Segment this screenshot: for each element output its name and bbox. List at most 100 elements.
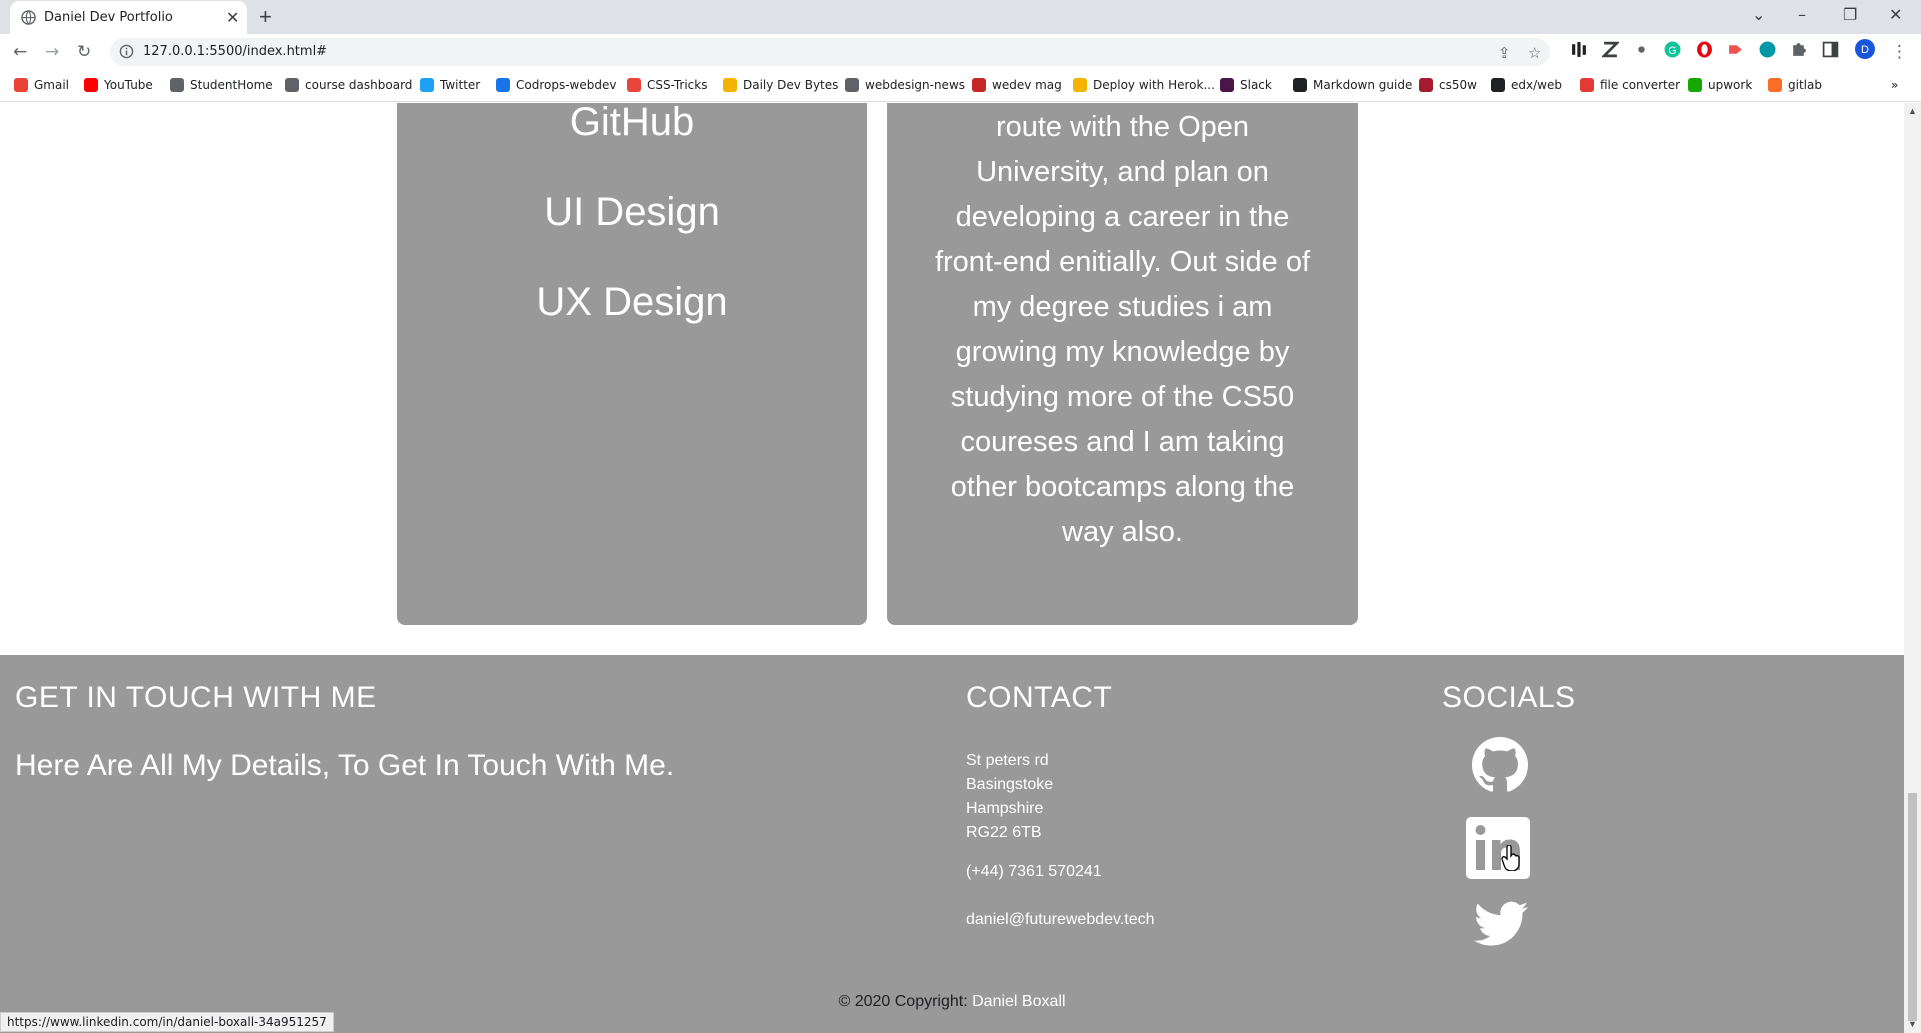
- bookmark-item[interactable]: YouTube: [84, 78, 153, 92]
- back-icon[interactable]: ←: [13, 42, 27, 62]
- bookmark-label: Daily Dev Bytes: [743, 78, 839, 92]
- bookmark-label: file converter: [1600, 78, 1681, 92]
- bookmark-item[interactable]: Daily Dev Bytes: [723, 78, 838, 92]
- grammarly-icon[interactable]: G: [1664, 41, 1681, 58]
- about-line: way also.: [1062, 516, 1183, 548]
- puzzle-icon[interactable]: [1790, 41, 1807, 58]
- bookmark-item[interactable]: Slack: [1220, 78, 1272, 92]
- status-bar-url: https://www.linkedin.com/in/daniel-boxal…: [0, 1012, 334, 1032]
- bookmark-label: YouTube: [104, 78, 153, 92]
- window-close-icon[interactable]: ✕: [1889, 5, 1902, 24]
- bookmark-item[interactable]: gitlab: [1768, 78, 1822, 92]
- bookmark-favicon-icon: [1580, 78, 1594, 92]
- about-line: front-end enitially. Out side of: [934, 246, 1311, 278]
- scroll-up-icon[interactable]: ▲: [1908, 106, 1917, 116]
- bookmark-item[interactable]: CSS-Tricks: [627, 78, 707, 92]
- bookmark-item[interactable]: wedev mag: [972, 78, 1062, 92]
- bookmark-item[interactable]: Codrops-webdev: [496, 78, 616, 92]
- bookmark-label: Deploy with Herok...: [1093, 78, 1215, 92]
- address-line: Basingstoke: [966, 776, 1054, 793]
- forward-icon[interactable]: →: [45, 42, 59, 62]
- about-card: route with the Open University, and plan…: [887, 103, 1358, 625]
- bookmark-label: edx/web: [1511, 78, 1562, 92]
- bookmark-item[interactable]: course dashboard: [285, 78, 412, 92]
- bookmark-label: Gmail: [34, 78, 70, 92]
- about-line: University, and plan on: [976, 156, 1269, 188]
- copyright: © 2020 Copyright: Daniel Boxall: [0, 993, 1904, 1011]
- bookmark-item[interactable]: StudentHome: [170, 78, 273, 92]
- restore-icon[interactable]: ❐: [1843, 5, 1857, 24]
- twitter-icon[interactable]: [1474, 900, 1528, 948]
- bookmark-favicon-icon: [1419, 78, 1433, 92]
- new-tab-icon[interactable]: +: [259, 4, 272, 30]
- extension-light-icon[interactable]: [1633, 41, 1650, 58]
- bookmark-favicon-icon: [285, 78, 299, 92]
- scrollbar-thumb[interactable]: [1908, 793, 1917, 1021]
- menu-icon[interactable]: ⋮: [1891, 42, 1908, 62]
- bookmark-favicon-icon: [1491, 78, 1505, 92]
- hand-cursor-icon: [1501, 845, 1520, 871]
- tab-active[interactable]: Daniel Dev Portfolio ✕: [10, 1, 247, 34]
- github-icon[interactable]: [1472, 737, 1528, 793]
- extension-blue-icon[interactable]: [1759, 41, 1776, 58]
- bookmark-favicon-icon: [845, 78, 859, 92]
- copyright-name-link[interactable]: Daniel Boxall: [972, 993, 1065, 1010]
- opera-icon[interactable]: [1696, 41, 1713, 58]
- extension-icon[interactable]: [1571, 41, 1588, 58]
- email-link[interactable]: daniel@futurewebdev.tech: [966, 908, 1155, 932]
- address-block: St peters rd Basingstoke Hampshire RG22 …: [966, 749, 1053, 845]
- tab-search-icon[interactable]: ⌄: [1752, 5, 1765, 24]
- about-line: route with the Open: [995, 111, 1250, 143]
- share-icon[interactable]: ⇪: [1498, 44, 1511, 62]
- vertical-scrollbar[interactable]: ▲ ▼: [1904, 103, 1921, 1033]
- bookmark-favicon-icon: [1688, 78, 1702, 92]
- bookmark-star-icon[interactable]: ☆: [1528, 44, 1541, 62]
- bookmark-favicon-icon: [723, 78, 737, 92]
- bookmark-label: Markdown guide: [1313, 78, 1413, 92]
- extension-arrow-icon[interactable]: [1727, 41, 1744, 58]
- about-text: route with the Open University, and plan…: [917, 105, 1328, 555]
- bookmark-item[interactable]: webdesign-news: [845, 78, 965, 92]
- bookmark-favicon-icon: [627, 78, 641, 92]
- bookmarks-overflow-icon[interactable]: »: [1891, 78, 1898, 92]
- bookmark-item[interactable]: Gmail: [14, 78, 69, 92]
- bookmark-label: upwork: [1708, 78, 1753, 92]
- bookmark-favicon-icon: [1293, 78, 1307, 92]
- globe-icon: [21, 10, 36, 25]
- bookmark-item[interactable]: file converter: [1580, 78, 1680, 92]
- bookmark-label: Twitter: [440, 78, 481, 92]
- bookmark-favicon-icon: [1073, 78, 1087, 92]
- skill-item: UX Design: [536, 280, 728, 324]
- bookmark-item[interactable]: cs50w: [1419, 78, 1477, 92]
- side-panel-icon[interactable]: [1822, 41, 1839, 58]
- address-line: St peters rd: [966, 752, 1049, 769]
- bookmark-favicon-icon: [1768, 78, 1782, 92]
- page-viewport: GitHub UI Design UX Design route with th…: [0, 103, 1904, 1033]
- address-bar[interactable]: 127.0.0.1:5500/index.html# ⇪ ☆: [110, 38, 1550, 66]
- about-line: other bootcamps along the: [950, 471, 1295, 503]
- scroll-down-icon[interactable]: ▼: [1908, 1019, 1917, 1029]
- bookmark-favicon-icon: [1220, 78, 1234, 92]
- bookmark-item[interactable]: Twitter: [420, 78, 480, 92]
- address-line: Hampshire: [966, 800, 1044, 817]
- profile-avatar[interactable]: D: [1855, 39, 1875, 59]
- extension-z-icon[interactable]: [1602, 41, 1619, 58]
- tab-title: Daniel Dev Portfolio: [44, 10, 173, 25]
- bookmark-item[interactable]: Deploy with Herok...: [1073, 78, 1215, 92]
- reload-icon[interactable]: ↻: [77, 42, 91, 62]
- minimize-icon[interactable]: –: [1798, 5, 1806, 24]
- skill-item: GitHub: [569, 103, 695, 144]
- bookmark-item[interactable]: edx/web: [1491, 78, 1562, 92]
- close-tab-icon[interactable]: ✕: [226, 8, 239, 28]
- info-icon[interactable]: [119, 44, 134, 59]
- bookmark-label: cs50w: [1439, 78, 1477, 92]
- bookmark-item[interactable]: Markdown guide: [1293, 78, 1412, 92]
- bookmark-label: course dashboard: [305, 78, 413, 92]
- svg-text:G: G: [1668, 45, 1676, 57]
- bookmark-item[interactable]: upwork: [1688, 78, 1752, 92]
- footer-heading-contact: CONTACT: [966, 681, 1113, 714]
- skill-item: UI Design: [544, 190, 720, 234]
- copyright-prefix: © 2020 Copyright:: [838, 993, 968, 1010]
- bookmark-label: Codrops-webdev: [516, 78, 617, 92]
- linkedin-icon[interactable]: [1464, 815, 1532, 881]
